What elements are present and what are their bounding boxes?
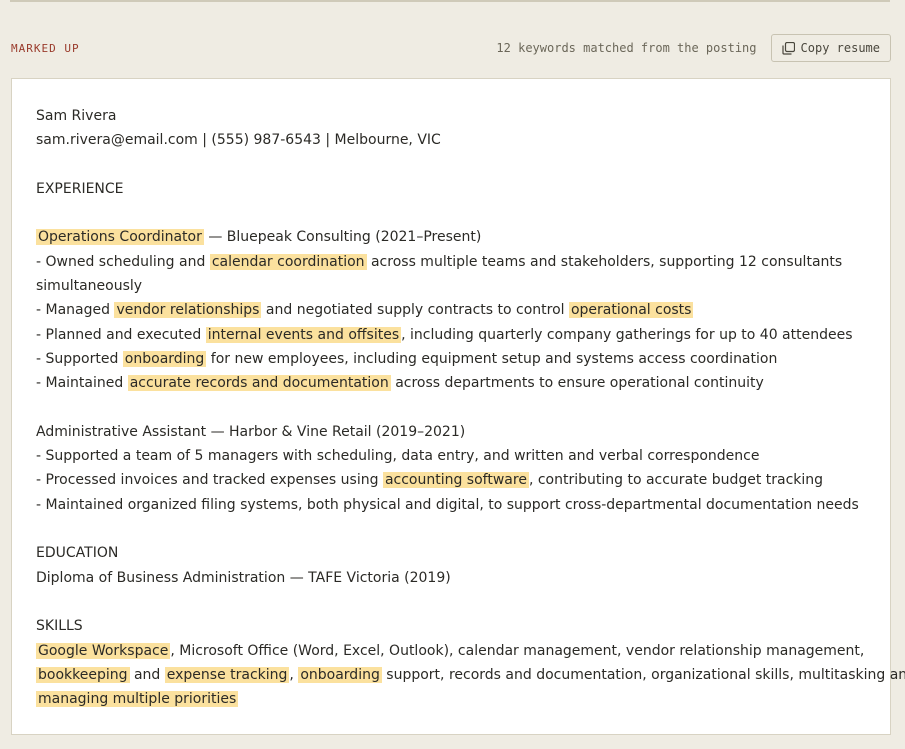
bullet-text: , including quarterly company gatherings…	[401, 326, 853, 343]
keyword-highlight: internal events and offsites	[205, 326, 402, 343]
bullet-text: - Owned scheduling and	[36, 253, 210, 270]
job1-company: — Bluepeak Consulting (2021–Present)	[203, 229, 482, 246]
job1-bullet-1: - Owned scheduling and calendar coordina…	[36, 250, 866, 299]
resume-contact: sam.rivera@email.com | (555) 987-6543 | …	[36, 132, 441, 149]
bullet-text: - Managed	[36, 302, 115, 319]
job2-bullet-2: - Processed invoices and tracked expense…	[36, 468, 866, 492]
job1-bullet-2: - Managed vendor relationships and negot…	[36, 298, 866, 322]
bullet-text: and negotiated supply contracts to contr…	[261, 302, 569, 319]
bullet-text: for new employees, including equipment s…	[206, 350, 778, 367]
job1-bullet-3: - Planned and executed internal events a…	[36, 323, 866, 347]
resume-header-bar: MARKED UP 12 keywords matched from the p…	[11, 34, 891, 62]
bullet-text: - Supported	[36, 350, 123, 367]
resume-name: Sam Rivera	[36, 108, 117, 124]
copy-icon	[781, 41, 795, 55]
job1-bullet-5: - Maintained accurate records and docume…	[36, 371, 866, 395]
keyword-highlight: Google Workspace	[36, 642, 171, 659]
keyword-highlight: accounting software	[382, 472, 529, 489]
keyword-highlight: accurate records and documentation	[127, 375, 391, 392]
job2-bullet-3: - Maintained organized filing systems, b…	[36, 496, 859, 513]
skills-text: and	[129, 666, 165, 683]
top-divider	[10, 0, 890, 2]
keyword-highlight: onboarding	[122, 350, 207, 367]
job1-header: Operations Coordinator — Bluepeak Consul…	[36, 225, 866, 249]
skills-line-2: bookkeeping and expense tracking, onboar…	[36, 663, 905, 687]
bullet-text: - Processed invoices and tracked expense…	[36, 472, 383, 489]
skills-text: , Microsoft Office (Word, Excel, Outlook…	[170, 642, 865, 659]
keyword-match-count: 12 keywords matched from the posting	[496, 41, 757, 55]
skills-text: support, records and documentation, orga…	[381, 666, 905, 683]
keyword-highlight: expense tracking	[164, 666, 290, 683]
keyword-highlight: operational costs	[568, 302, 694, 319]
keyword-highlight: Operations Coordinator	[36, 229, 204, 246]
job1-bullet-4: - Supported onboarding for new employees…	[36, 347, 866, 371]
copy-resume-label: Copy resume	[800, 41, 880, 55]
skills-line-1: Google Workspace, Microsoft Office (Word…	[36, 639, 866, 663]
skills-heading: SKILLS	[36, 618, 83, 635]
keyword-highlight: managing multiple priorities	[36, 691, 239, 708]
keyword-highlight: vendor relationships	[114, 302, 262, 319]
resume-card: Sam Rivera sam.rivera@email.com | (555) …	[11, 78, 905, 735]
copy-resume-button[interactable]: Copy resume	[770, 34, 891, 62]
experience-heading: EXPERIENCE	[36, 180, 124, 197]
job2-bullet-1: - Supported a team of 5 managers with sc…	[36, 448, 760, 465]
education-entry: Diploma of Business Administration — TAF…	[36, 569, 451, 586]
keyword-highlight: calendar coordination	[209, 253, 367, 270]
keyword-highlight: onboarding	[298, 666, 382, 683]
keyword-highlight: bookkeeping	[36, 666, 130, 683]
section-label: MARKED UP	[11, 41, 80, 55]
education-heading: EDUCATION	[36, 545, 119, 562]
skills-text: ,	[289, 666, 299, 683]
bullet-text: - Maintained	[36, 375, 128, 392]
bullet-text: across departments to ensure operational…	[390, 375, 764, 392]
skills-line-3: managing multiple priorities	[36, 687, 866, 711]
job2-header: Administrative Assistant — Harbor & Vine…	[36, 423, 466, 440]
bullet-text: - Planned and executed	[36, 326, 206, 343]
bullet-text: , contributing to accurate budget tracki…	[528, 472, 824, 489]
